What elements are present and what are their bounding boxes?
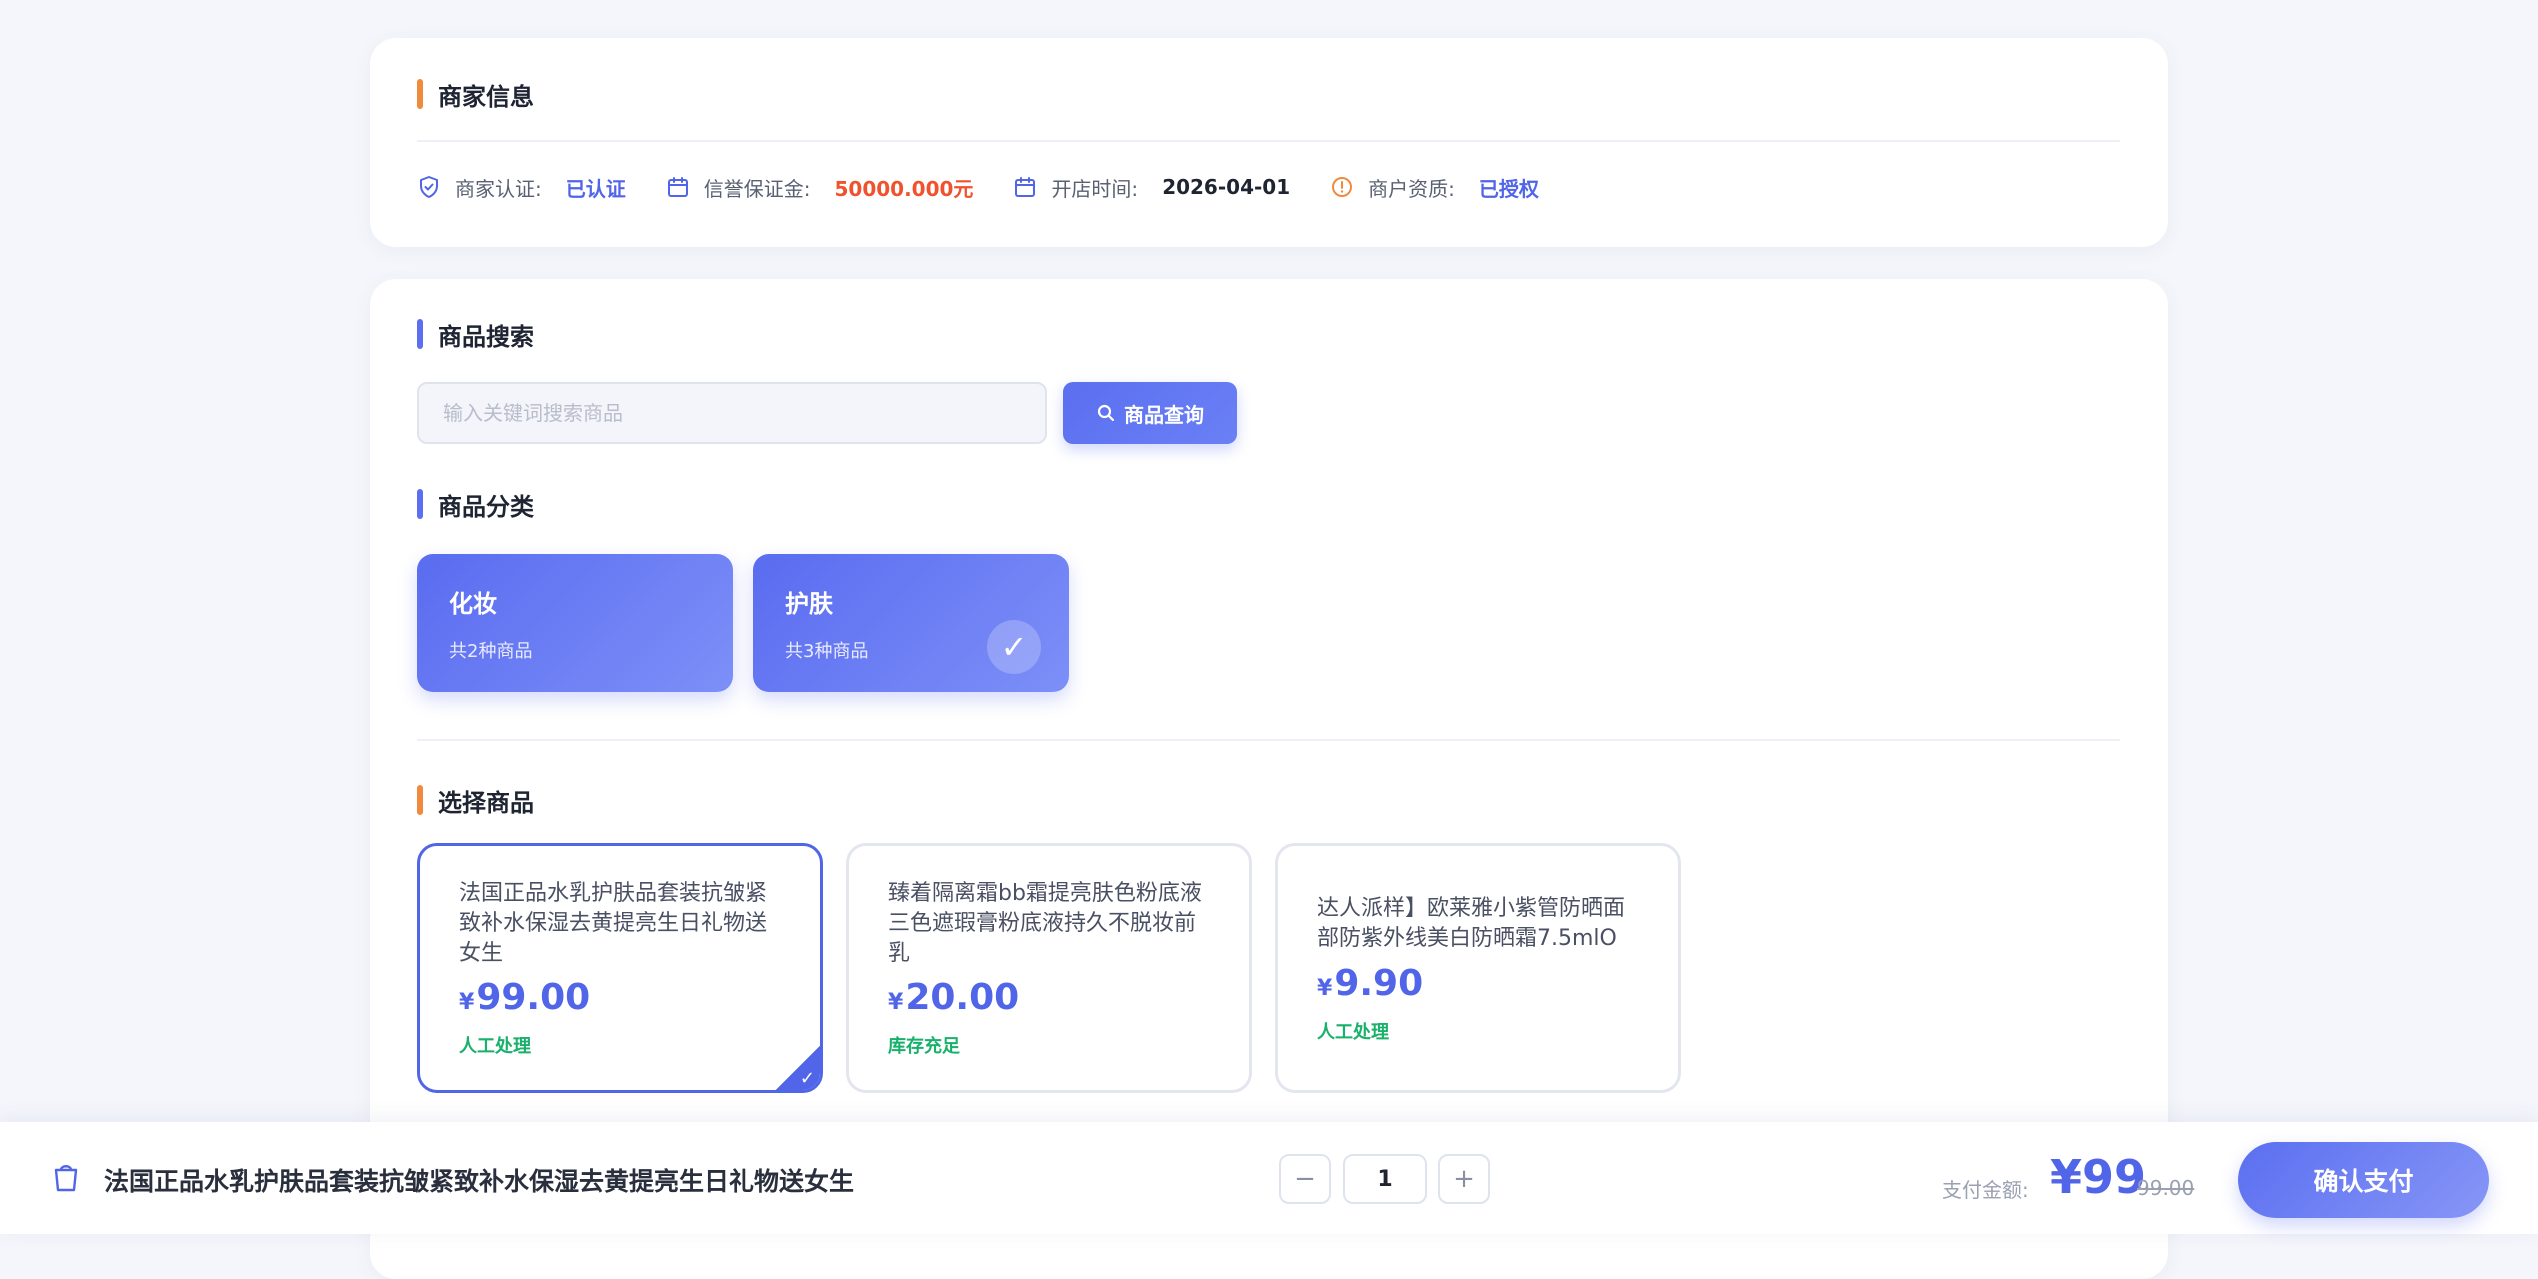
divider xyxy=(417,739,2120,741)
price-value: 99.00 xyxy=(476,977,591,1018)
calendar-icon xyxy=(1015,177,1036,197)
original-price: 99.00 xyxy=(2137,1176,2195,1200)
merchant-deposit: 信誉保证金: 50000.000元 xyxy=(666,173,974,202)
deposit-value: 50000.000元 xyxy=(834,176,974,201)
info-label: 商户资质: xyxy=(1368,176,1455,201)
product-card[interactable]: 达人派样】欧莱雅小紫管防晒面部防紫外线美白防晒霜7.5mlO ¥ 9.90 人工… xyxy=(1275,843,1681,1093)
selected-product-name: 法国正品水乳护肤品套装抗皱紧致补水保湿去黄提亮生日礼物送女生 xyxy=(104,1167,855,1196)
product-card[interactable]: 法国正品水乳护肤品套装抗皱紧致补水保湿去黄提亮生日礼物送女生 ¥ 99.00 人… xyxy=(417,843,823,1093)
product-status-tag: 人工处理 xyxy=(1317,1022,1389,1043)
product-price: ¥ 99.00 xyxy=(459,977,590,1018)
product-section-title: 选择商品 xyxy=(417,784,534,817)
search-input[interactable] xyxy=(417,382,1047,444)
price-value: 9.90 xyxy=(1334,963,1424,1004)
product-status-tag: 人工处理 xyxy=(459,1036,531,1057)
category-name: 护肤 xyxy=(785,590,833,618)
currency-symbol: ¥ xyxy=(1317,976,1333,1001)
product-price: ¥ 9.90 xyxy=(1317,963,1423,1004)
info-label: 开店时间: xyxy=(1051,176,1139,201)
info-label: 信誉保证金: xyxy=(703,176,811,201)
merchant-qualification: 商户资质: 已授权 xyxy=(1330,173,1539,202)
merchant-info-card: 商家信息 商家认证: 已认证 信誉保证金: 50000.000元 开店时间: 2… xyxy=(370,38,2168,247)
product-name: 法国正品水乳护肤品套装抗皱紧致补水保湿去黄提亮生日礼物送女生 xyxy=(459,881,768,966)
merchant-info-row: 商家认证: 已认证 信誉保证金: 50000.000元 开店时间: 2026-0… xyxy=(417,172,1579,202)
merchant-certification: 商家认证: 已认证 xyxy=(417,173,626,202)
confirm-pay-button[interactable]: 确认支付 xyxy=(2238,1142,2489,1218)
info-label: 商家认证: xyxy=(455,176,542,201)
selected-check-icon: ✓ xyxy=(987,620,1041,674)
category-count: 共3种商品 xyxy=(785,641,869,662)
section-accent-bar xyxy=(417,79,423,109)
pay-amount-label: 支付金额: xyxy=(1942,1178,2029,1202)
category-card-makeup[interactable]: 化妆 共2种商品 xyxy=(417,554,733,692)
quantity-increase-button[interactable]: + xyxy=(1438,1154,1490,1204)
category-section-title: 商品分类 xyxy=(417,488,534,521)
calendar-icon xyxy=(667,177,688,197)
section-title-text: 商品搜索 xyxy=(438,322,534,351)
price-value: 20.00 xyxy=(905,977,1020,1018)
section-title-text: 商家信息 xyxy=(438,82,534,111)
open-date-value: 2026-04-01 xyxy=(1162,175,1291,199)
pay-amount: ¥99 xyxy=(2050,1150,2147,1204)
product-price: ¥ 20.00 xyxy=(888,977,1019,1018)
section-accent-bar xyxy=(417,489,423,519)
merchant-section-title: 商家信息 xyxy=(417,78,534,111)
checkout-bar: 法国正品水乳护肤品套装抗皱紧致补水保湿去黄提亮生日礼物送女生 − + 支付金额:… xyxy=(0,1122,2538,1234)
category-name: 化妆 xyxy=(449,590,497,618)
product-name: 达人派样】欧莱雅小紫管防晒面部防紫外线美白防晒霜7.5mlO xyxy=(1317,896,1626,951)
currency-symbol: ¥ xyxy=(459,990,475,1015)
category-card-skincare[interactable]: 护肤 共3种商品 ✓ xyxy=(753,554,1069,692)
search-icon xyxy=(1097,404,1115,422)
merchant-open-date: 开店时间: 2026-04-01 xyxy=(1013,173,1290,202)
product-card[interactable]: 臻着隔离霜bb霜提亮肤色粉底液三色遮瑕膏粉底液持久不脱妆前乳 ¥ 20.00 库… xyxy=(846,843,1252,1093)
search-section-title: 商品搜索 xyxy=(417,318,534,351)
search-button[interactable]: 商品查询 xyxy=(1063,382,1237,444)
search-button-label: 商品查询 xyxy=(1124,402,1204,427)
section-accent-bar xyxy=(417,785,423,815)
section-accent-bar xyxy=(417,319,423,349)
certification-value: 已认证 xyxy=(565,176,626,201)
product-status-tag: 库存充足 xyxy=(888,1036,960,1057)
quantity-decrease-button[interactable]: − xyxy=(1279,1154,1331,1204)
section-title-text: 商品分类 xyxy=(438,492,534,521)
qualification-value: 已授权 xyxy=(1478,176,1539,201)
section-title-text: 选择商品 xyxy=(438,788,534,817)
shield-check-icon xyxy=(420,176,438,198)
currency-symbol: ¥ xyxy=(888,990,904,1015)
selected-corner-check-icon: ✓ xyxy=(773,1043,820,1090)
check-glyph: ✓ xyxy=(799,1068,815,1089)
alert-circle-icon xyxy=(1332,177,1353,197)
product-name: 臻着隔离霜bb霜提亮肤色粉底液三色遮瑕膏粉底液持久不脱妆前乳 xyxy=(888,881,1202,966)
shopping-bag-icon xyxy=(54,1165,78,1192)
category-count: 共2种商品 xyxy=(449,641,533,662)
divider xyxy=(417,140,2120,142)
quantity-input[interactable] xyxy=(1343,1154,1427,1204)
